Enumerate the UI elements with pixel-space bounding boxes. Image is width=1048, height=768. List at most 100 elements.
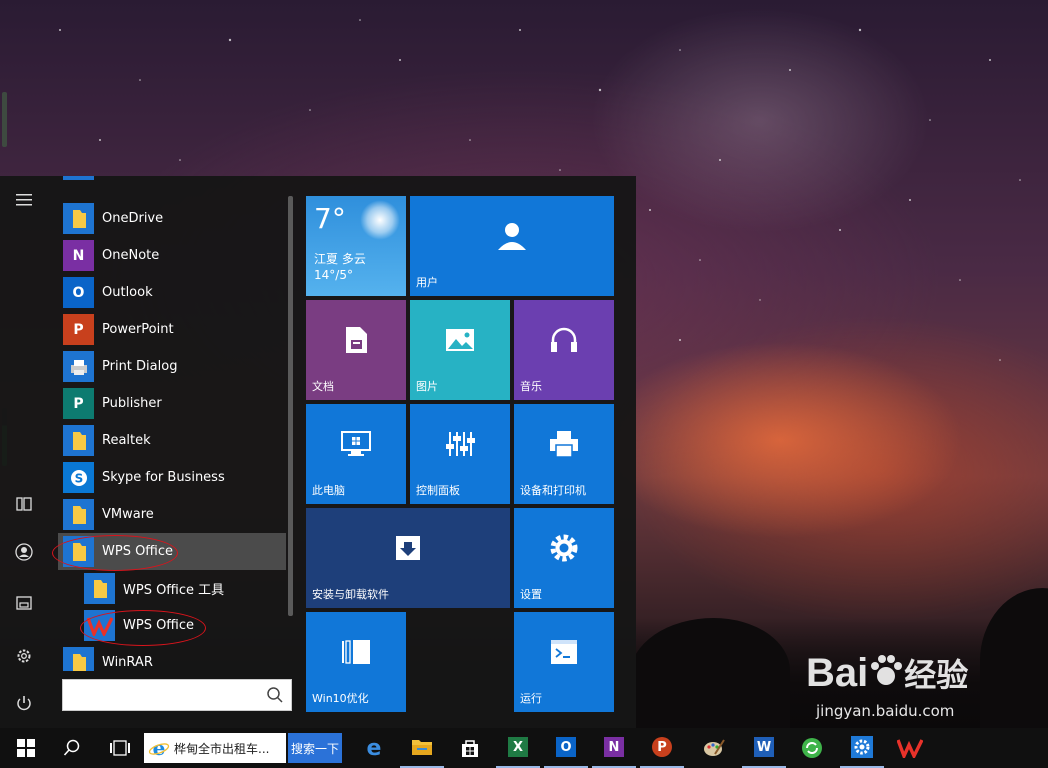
powerpoint-icon: P xyxy=(63,314,94,345)
user-icon xyxy=(410,196,614,276)
paw-icon xyxy=(868,653,904,685)
user-account-icon[interactable] xyxy=(12,540,36,564)
app-label: OneNote xyxy=(102,248,160,263)
document-icon xyxy=(306,300,406,380)
tablet-mode-icon[interactable] xyxy=(12,492,36,516)
svg-text:e: e xyxy=(153,737,166,759)
taskbar-edge[interactable]: e xyxy=(352,728,396,768)
picture-icon xyxy=(410,300,510,380)
publisher-icon: P xyxy=(63,388,94,419)
start-button[interactable] xyxy=(4,728,48,768)
paint-palette-icon xyxy=(704,739,725,756)
tile-label: 图片 xyxy=(416,380,438,393)
folder-icon xyxy=(84,573,115,604)
app-list-scrollbar[interactable] xyxy=(288,196,293,616)
user-tile[interactable]: 用户 xyxy=(410,196,614,296)
svg-text:e: e xyxy=(367,737,382,759)
settings-gear-icon[interactable] xyxy=(12,644,36,668)
start-rail xyxy=(0,176,48,728)
app-label: Realtek xyxy=(102,433,151,448)
weather-tile[interactable]: 7° 江夏 多云 14°/5° xyxy=(306,196,406,296)
start-search-box[interactable] xyxy=(62,679,292,711)
hamburger-menu-icon[interactable] xyxy=(12,188,36,212)
list-item[interactable]: OneDrive xyxy=(58,200,286,237)
sun-icon xyxy=(360,200,400,240)
wps-icon xyxy=(84,610,115,641)
outlook-icon: O xyxy=(556,737,576,757)
tile-label: 安装与卸载软件 xyxy=(312,588,389,601)
onenote-icon: N xyxy=(63,240,94,271)
app-label: Print Dialog xyxy=(102,359,178,374)
run-window-icon xyxy=(514,612,614,692)
pictures-tile[interactable]: 图片 xyxy=(410,300,510,400)
run-tile[interactable]: 运行 xyxy=(514,612,614,712)
control-panel-tile[interactable]: 控制面板 xyxy=(410,404,510,504)
app-label: WPS Office 工具 xyxy=(123,583,225,598)
devices-printers-tile[interactable]: 设备和打印机 xyxy=(514,404,614,504)
folder-icon xyxy=(63,499,94,530)
power-icon[interactable] xyxy=(12,691,36,715)
onenote-icon: N xyxy=(604,737,624,757)
task-view-icon xyxy=(110,740,130,756)
watermark-brand2: 经验 xyxy=(904,657,969,693)
app-tile xyxy=(63,176,94,180)
taskbar-paint[interactable] xyxy=(692,728,736,768)
taskbar-onenote[interactable]: N xyxy=(592,728,636,768)
task-view-button[interactable] xyxy=(98,728,142,768)
tile-label: 用户 xyxy=(416,276,438,289)
folder-icon xyxy=(63,425,94,456)
list-item-selected[interactable]: WPS Office xyxy=(58,533,286,570)
taskbar-file-explorer[interactable] xyxy=(400,728,444,768)
taskbar-store[interactable] xyxy=(448,728,492,768)
search-icon xyxy=(63,739,80,756)
ie-search-box[interactable]: e 桦甸全市出租车... xyxy=(144,733,286,763)
start-search-input[interactable] xyxy=(67,680,261,710)
edge-icon: e xyxy=(367,737,382,759)
list-item[interactable]: S Skype for Business xyxy=(58,459,286,496)
list-item[interactable]: P PowerPoint xyxy=(58,311,286,348)
settings-tile[interactable]: 设置 xyxy=(514,508,614,608)
documents-tile[interactable]: 文档 xyxy=(306,300,406,400)
printer-icon xyxy=(514,404,614,484)
win10-optimize-tile[interactable]: Win10优化 xyxy=(306,612,406,712)
tile-label: 此电脑 xyxy=(312,484,345,497)
ie-search-text: 桦甸全市出租车... xyxy=(174,741,270,756)
printer-icon xyxy=(63,351,94,382)
ie-search-button[interactable]: 搜索一下 xyxy=(288,733,342,763)
list-item[interactable]: N OneNote xyxy=(58,237,286,274)
file-explorer-icon[interactable] xyxy=(12,591,36,615)
music-tile[interactable]: 音乐 xyxy=(514,300,614,400)
tile-label: 控制面板 xyxy=(416,484,460,497)
this-pc-tile[interactable]: 此电脑 xyxy=(306,404,406,504)
search-button[interactable] xyxy=(50,728,94,768)
list-item[interactable]: WPS Office 工具 xyxy=(58,570,286,607)
app-label: WPS Office xyxy=(123,618,195,633)
folder-icon xyxy=(412,740,432,755)
store-icon xyxy=(462,740,478,757)
tile-label: 文档 xyxy=(312,380,334,393)
app-label: WPS Office xyxy=(102,544,174,559)
folder-icon xyxy=(63,536,94,567)
list-item[interactable]: VMware xyxy=(58,496,286,533)
taskbar-outlook[interactable]: O xyxy=(544,728,588,768)
list-item[interactable]: O Outlook xyxy=(58,274,286,311)
search-icon[interactable] xyxy=(265,685,285,705)
install-uninstall-tile[interactable]: 安装与卸载软件 xyxy=(306,508,510,608)
list-item[interactable]: WPS Office xyxy=(58,607,286,644)
app-label: WinRAR xyxy=(102,655,153,670)
list-item[interactable]: WinRAR xyxy=(58,644,286,671)
list-item[interactable]: Realtek xyxy=(58,422,286,459)
taskbar-powerpoint[interactable]: P xyxy=(640,728,684,768)
word-icon: W xyxy=(754,737,774,757)
app-label: Outlook xyxy=(102,285,153,300)
outlook-icon: O xyxy=(63,277,94,308)
gear-icon xyxy=(514,508,614,588)
taskbar-excel[interactable]: X xyxy=(496,728,540,768)
list-item[interactable]: Print Dialog xyxy=(58,348,286,385)
app-label: OneDrive xyxy=(102,211,164,226)
list-item[interactable]: P Publisher xyxy=(58,385,286,422)
taskbar-word[interactable]: W xyxy=(742,728,786,768)
monitor-icon xyxy=(306,404,406,484)
tile-label: 设备和打印机 xyxy=(520,484,586,497)
tile-label: 音乐 xyxy=(520,380,542,393)
